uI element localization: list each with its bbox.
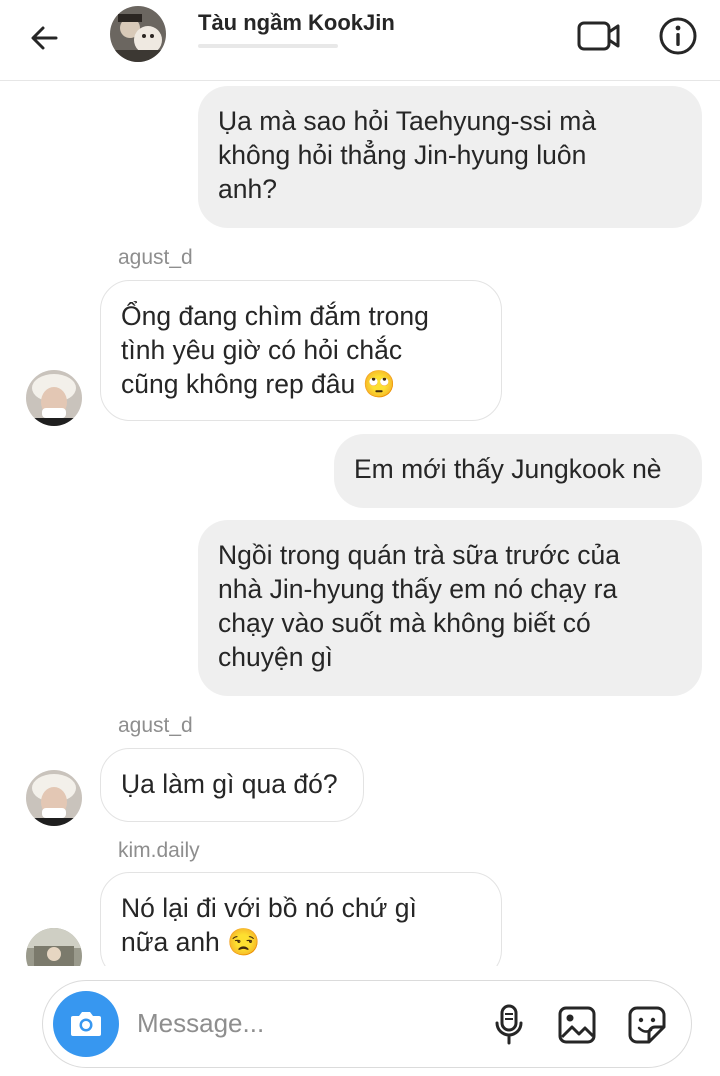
gallery-button[interactable] xyxy=(553,1001,601,1049)
outgoing-message[interactable]: Ngồi trong quán trà sữa trước của nhà Ji… xyxy=(198,520,702,696)
message-input[interactable] xyxy=(137,1003,467,1043)
sender-name: kim.daily xyxy=(118,839,200,862)
message-thread[interactable]: Ụa mà sao hỏi Taehyung-ssi mà không hỏi … xyxy=(0,80,720,966)
message-composer xyxy=(42,980,692,1068)
incoming-message[interactable]: Ụa làm gì qua đó? xyxy=(100,748,364,822)
sticker-button[interactable] xyxy=(623,1001,671,1049)
chat-header: Tàu ngầm KookJin xyxy=(0,0,720,81)
incoming-message[interactable]: Ổng đang chìm đắm trong tình yêu giờ có … xyxy=(100,280,502,421)
incoming-message[interactable]: Nó lại đi với bồ nó chứ gì nữa anh 😒 xyxy=(100,872,502,966)
camera-icon xyxy=(71,1012,101,1036)
arrow-left-icon xyxy=(31,26,58,50)
video-call-button[interactable] xyxy=(574,16,624,56)
sender-avatar[interactable] xyxy=(26,370,82,426)
video-camera-icon xyxy=(577,21,620,51)
info-icon xyxy=(659,17,697,55)
sender-name: agust_d xyxy=(118,246,193,269)
info-button[interactable] xyxy=(656,14,700,58)
back-button[interactable] xyxy=(24,18,64,58)
conversation-avatar[interactable] xyxy=(110,6,166,62)
sender-name: agust_d xyxy=(118,714,193,737)
outgoing-message[interactable]: Em mới thấy Jungkook nè xyxy=(334,434,702,508)
sender-avatar[interactable] xyxy=(26,770,82,826)
conversation-subtitle-blurred xyxy=(198,44,338,48)
voice-message-button[interactable] xyxy=(487,1001,531,1049)
camera-button[interactable] xyxy=(53,991,119,1057)
sender-avatar[interactable] xyxy=(26,928,82,966)
sticker-icon xyxy=(628,1006,666,1044)
outgoing-message[interactable]: Ụa mà sao hỏi Taehyung-ssi mà không hỏi … xyxy=(198,86,702,228)
image-icon xyxy=(558,1006,596,1044)
conversation-title[interactable]: Tàu ngầm KookJin xyxy=(198,10,395,36)
microphone-icon xyxy=(495,1004,523,1045)
